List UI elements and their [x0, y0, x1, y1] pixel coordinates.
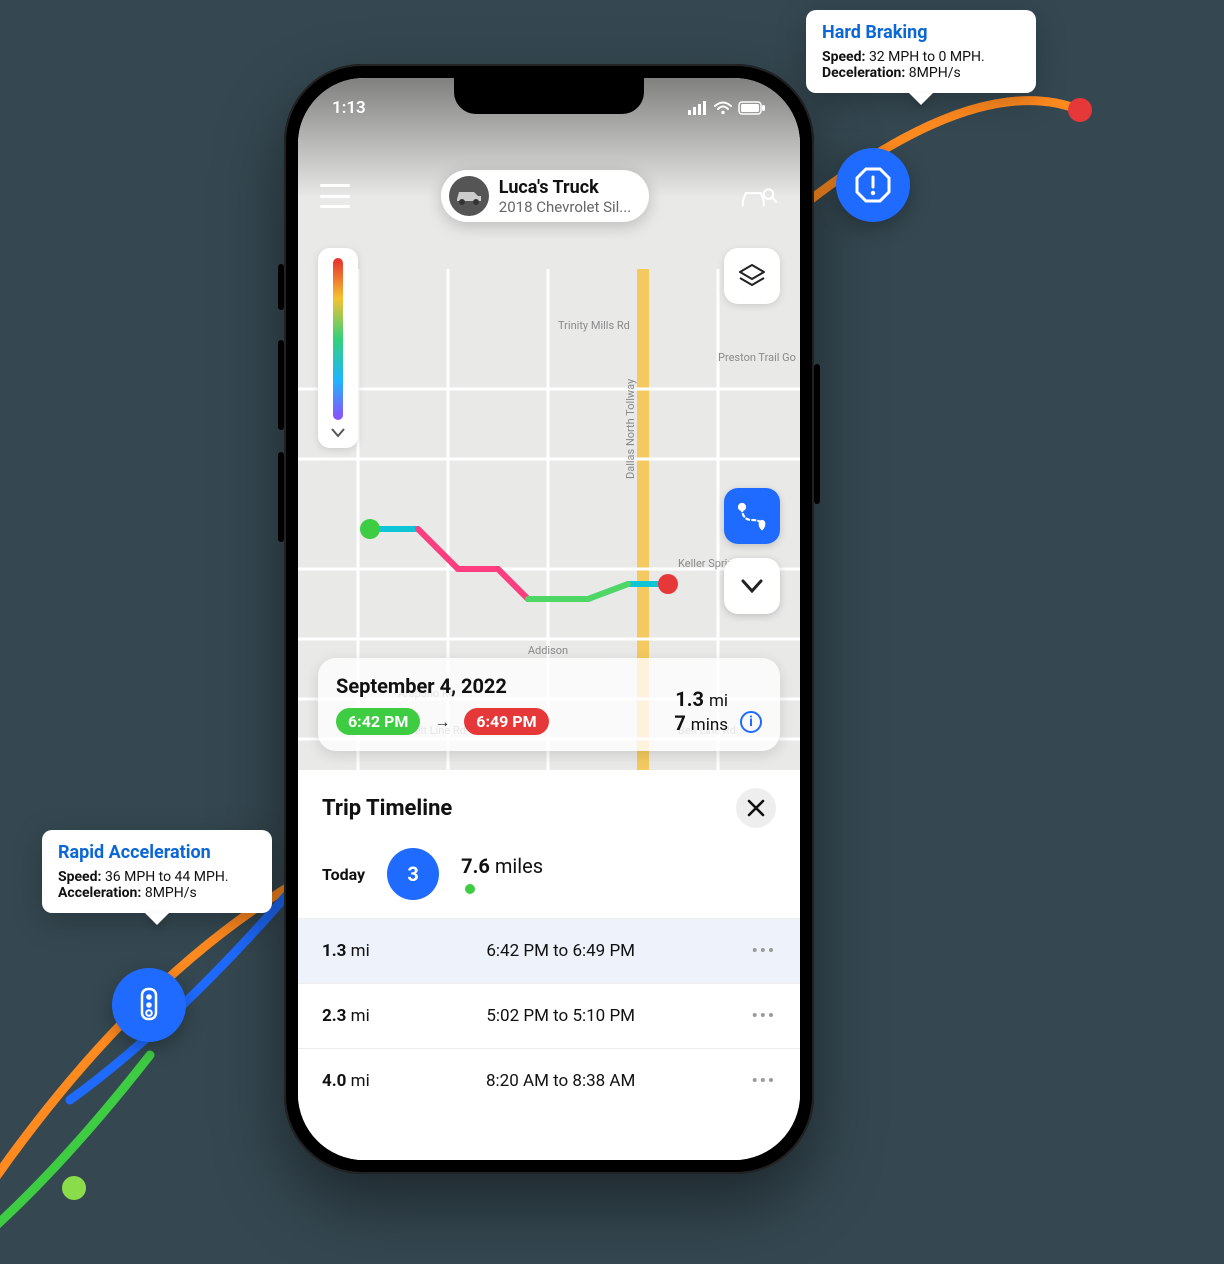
callout-hard-braking: Hard Braking Speed: 32 MPH to 0 MPH. Dec… [806, 10, 1036, 93]
callout-line-decel: Deceleration: 8MPH/s [822, 65, 1020, 81]
phone-notch [454, 78, 644, 114]
today-label: Today [322, 865, 365, 884]
trip-header-card[interactable]: September 4, 2022 6:42 PM → 6:49 PM 1.3 … [318, 658, 780, 751]
truck-icon [456, 186, 482, 206]
close-button[interactable] [736, 788, 776, 828]
total-miles: 7.6 miles [461, 854, 543, 878]
more-button[interactable]: ••• [752, 941, 776, 961]
trip-distance: 1.3 mi [674, 687, 728, 711]
map-label-preston: Preston Trail Go [718, 351, 796, 364]
vehicle-avatar [449, 176, 489, 216]
callout-title: Rapid Acceleration [58, 842, 256, 863]
alert-octagon-icon [853, 165, 893, 205]
wifi-icon [714, 101, 732, 115]
trip-row[interactable]: 4.0 mi 8:20 AM to 8:38 AM ••• [298, 1048, 800, 1113]
map-label-trinity: Trinity Mills Rd [558, 319, 630, 332]
trip-end-time: 6:49 PM [464, 708, 548, 735]
trip-timeline-sheet: Trip Timeline Today 3 7.6 miles 1.3 mi 6… [298, 770, 800, 1160]
battery-icon [738, 101, 766, 115]
vehicle-title: Luca's Truck [499, 177, 631, 198]
callout-title: Hard Braking [822, 22, 1020, 43]
vehicle-subtitle: 2018 Chevrolet Sil... [499, 198, 631, 216]
map-label-tollway: Dallas North Tollway [624, 378, 637, 479]
vehicle-selector[interactable]: Luca's Truck 2018 Chevrolet Sil... [441, 170, 649, 222]
map-label-addison: Addison [528, 644, 568, 657]
sheet-title: Trip Timeline [322, 796, 452, 821]
summary-row: Today 3 7.6 miles [298, 842, 800, 918]
traffic-light-icon [129, 985, 169, 1025]
callout-line-accel: Acceleration: 8MPH/s [58, 885, 256, 901]
speed-legend[interactable] [318, 248, 358, 448]
layers-icon [737, 261, 767, 291]
arrow-icon: → [434, 712, 450, 731]
trip-count-badge: 3 [387, 848, 439, 900]
trip-date: September 4, 2022 [336, 674, 549, 698]
legend-gradient [333, 258, 343, 420]
trip-time-range: 6:42 PM → 6:49 PM [336, 708, 549, 735]
callout-line-speed: Speed: 32 MPH to 0 MPH. [822, 49, 1020, 65]
trip-start-time: 6:42 PM [336, 708, 420, 735]
trip-duration: 7 mins [674, 711, 728, 735]
more-button[interactable]: ••• [752, 1006, 776, 1026]
info-button[interactable]: i [740, 711, 762, 733]
callout-line-speed: Speed: 36 MPH to 44 MPH. [58, 869, 256, 885]
route-icon [736, 500, 768, 532]
trip-row[interactable]: 2.3 mi 5:02 PM to 5:10 PM ••• [298, 983, 800, 1048]
search-vehicle-button[interactable] [740, 181, 778, 211]
event-badge-hard-braking [836, 148, 910, 222]
signal-icon [688, 101, 708, 115]
status-time: 1:13 [332, 98, 366, 118]
layers-button[interactable] [724, 248, 780, 304]
phone-frame: 1:13 [284, 64, 814, 1174]
trip-row[interactable]: 1.3 mi 6:42 PM to 6:49 PM ••• [298, 918, 800, 983]
route-button[interactable] [724, 488, 780, 544]
callout-rapid-accel: Rapid Acceleration Speed: 36 MPH to 44 M… [42, 830, 272, 913]
expand-button[interactable] [724, 558, 780, 614]
close-icon [747, 799, 765, 817]
chevron-down-icon [331, 428, 345, 438]
event-badge-rapid-accel [112, 968, 186, 1042]
menu-button[interactable] [320, 184, 350, 208]
status-dot [465, 884, 475, 894]
chevron-down-icon [741, 579, 763, 593]
more-button[interactable]: ••• [752, 1071, 776, 1091]
